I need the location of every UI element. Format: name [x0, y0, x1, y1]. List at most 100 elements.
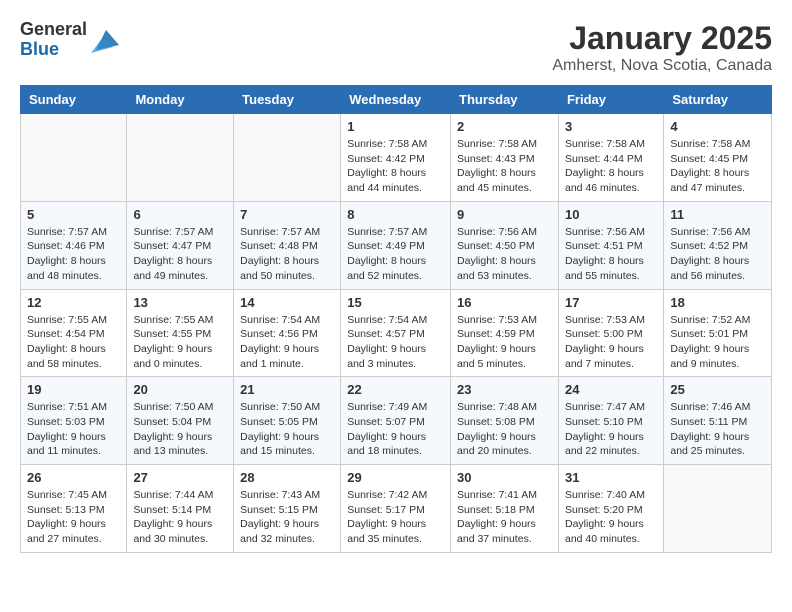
day-number: 12 [27, 295, 120, 310]
calendar-cell: 9 Sunrise: 7:56 AM Sunset: 4:50 PM Daylig… [451, 201, 559, 289]
day-info: Sunrise: 7:55 AM Sunset: 4:54 PM Dayligh… [27, 313, 120, 372]
day-info: Sunrise: 7:51 AM Sunset: 5:03 PM Dayligh… [27, 400, 120, 459]
calendar-cell [664, 465, 772, 553]
day-number: 23 [457, 382, 552, 397]
calendar-cell [234, 114, 341, 202]
day-number: 6 [133, 207, 227, 222]
calendar-cell: 27 Sunrise: 7:44 AM Sunset: 5:14 PM Dayli… [127, 465, 234, 553]
calendar-cell: 18 Sunrise: 7:52 AM Sunset: 5:01 PM Dayli… [664, 289, 772, 377]
day-info: Sunrise: 7:41 AM Sunset: 5:18 PM Dayligh… [457, 488, 552, 547]
calendar-week-row: 26Sunrise: 7:45 AM Sunset: 5:13 PM Dayli… [21, 465, 772, 553]
day-info: Sunrise: 7:58 AM Sunset: 4:42 PM Dayligh… [347, 137, 444, 196]
calendar-table: SundayMondayTuesdayWednesdayThursdayFrid… [20, 85, 772, 553]
calendar-cell: 13 Sunrise: 7:55 AM Sunset: 4:55 PM Dayli… [127, 289, 234, 377]
calendar-week-row: 1 Sunrise: 7:58 AM Sunset: 4:42 PM Daylig… [21, 114, 772, 202]
logo-blue: Blue [20, 40, 87, 60]
calendar-cell: 15 Sunrise: 7:54 AM Sunset: 4:57 PM Dayli… [341, 289, 451, 377]
logo-icon [91, 25, 121, 55]
day-info: Sunrise: 7:56 AM Sunset: 4:52 PM Dayligh… [670, 225, 765, 284]
weekday-header-thursday: Thursday [451, 86, 559, 114]
day-info: Sunrise: 7:58 AM Sunset: 4:44 PM Dayligh… [565, 137, 657, 196]
calendar-cell: 28Sunrise: 7:43 AM Sunset: 5:15 PM Dayli… [234, 465, 341, 553]
day-number: 4 [670, 119, 765, 134]
day-info: Sunrise: 7:55 AM Sunset: 4:55 PM Dayligh… [133, 313, 227, 372]
calendar-cell: 21 Sunrise: 7:50 AM Sunset: 5:05 PM Dayli… [234, 377, 341, 465]
weekday-header-monday: Monday [127, 86, 234, 114]
day-number: 9 [457, 207, 552, 222]
calendar-cell: 10Sunrise: 7:56 AM Sunset: 4:51 PM Dayli… [558, 201, 663, 289]
day-info: Sunrise: 7:57 AM Sunset: 4:48 PM Dayligh… [240, 225, 334, 284]
weekday-header-sunday: Sunday [21, 86, 127, 114]
day-number: 15 [347, 295, 444, 310]
calendar-cell: 8 Sunrise: 7:57 AM Sunset: 4:49 PM Daylig… [341, 201, 451, 289]
day-number: 14 [240, 295, 334, 310]
day-info: Sunrise: 7:58 AM Sunset: 4:43 PM Dayligh… [457, 137, 552, 196]
day-info: Sunrise: 7:50 AM Sunset: 5:05 PM Dayligh… [240, 400, 334, 459]
day-number: 2 [457, 119, 552, 134]
day-info: Sunrise: 7:52 AM Sunset: 5:01 PM Dayligh… [670, 313, 765, 372]
calendar-subtitle: Amherst, Nova Scotia, Canada [552, 57, 772, 75]
weekday-header-tuesday: Tuesday [234, 86, 341, 114]
day-info: Sunrise: 7:54 AM Sunset: 4:56 PM Dayligh… [240, 313, 334, 372]
weekday-header-row: SundayMondayTuesdayWednesdayThursdayFrid… [21, 86, 772, 114]
day-info: Sunrise: 7:40 AM Sunset: 5:20 PM Dayligh… [565, 488, 657, 547]
calendar-cell: 11 Sunrise: 7:56 AM Sunset: 4:52 PM Dayli… [664, 201, 772, 289]
weekday-header-friday: Friday [558, 86, 663, 114]
day-number: 11 [670, 207, 765, 222]
calendar-cell: 16 Sunrise: 7:53 AM Sunset: 4:59 PM Dayli… [451, 289, 559, 377]
day-number: 22 [347, 382, 444, 397]
day-info: Sunrise: 7:47 AM Sunset: 5:10 PM Dayligh… [565, 400, 657, 459]
day-number: 7 [240, 207, 334, 222]
calendar-cell: 20 Sunrise: 7:50 AM Sunset: 5:04 PM Dayli… [127, 377, 234, 465]
calendar-cell: 3 Sunrise: 7:58 AM Sunset: 4:44 PM Daylig… [558, 114, 663, 202]
calendar-cell: 19Sunrise: 7:51 AM Sunset: 5:03 PM Dayli… [21, 377, 127, 465]
day-number: 5 [27, 207, 120, 222]
day-number: 10 [565, 207, 657, 222]
day-number: 17 [565, 295, 657, 310]
weekday-header-saturday: Saturday [664, 86, 772, 114]
calendar-cell: 30 Sunrise: 7:41 AM Sunset: 5:18 PM Dayli… [451, 465, 559, 553]
day-number: 27 [133, 470, 227, 485]
calendar-cell: 2 Sunrise: 7:58 AM Sunset: 4:43 PM Daylig… [451, 114, 559, 202]
calendar-cell: 22Sunrise: 7:49 AM Sunset: 5:07 PM Dayli… [341, 377, 451, 465]
calendar-cell: 12 Sunrise: 7:55 AM Sunset: 4:54 PM Dayli… [21, 289, 127, 377]
day-info: Sunrise: 7:56 AM Sunset: 4:50 PM Dayligh… [457, 225, 552, 284]
day-number: 3 [565, 119, 657, 134]
calendar-cell: 29Sunrise: 7:42 AM Sunset: 5:17 PM Dayli… [341, 465, 451, 553]
day-number: 13 [133, 295, 227, 310]
day-number: 21 [240, 382, 334, 397]
day-info: Sunrise: 7:44 AM Sunset: 5:14 PM Dayligh… [133, 488, 227, 547]
day-number: 30 [457, 470, 552, 485]
day-info: Sunrise: 7:53 AM Sunset: 5:00 PM Dayligh… [565, 313, 657, 372]
day-info: Sunrise: 7:57 AM Sunset: 4:46 PM Dayligh… [27, 225, 120, 284]
day-info: Sunrise: 7:54 AM Sunset: 4:57 PM Dayligh… [347, 313, 444, 372]
page-header: General Blue January 2025 Amherst, Nova … [20, 20, 772, 75]
day-number: 24 [565, 382, 657, 397]
logo-general: General [20, 20, 87, 40]
day-number: 20 [133, 382, 227, 397]
day-number: 18 [670, 295, 765, 310]
calendar-cell: 26Sunrise: 7:45 AM Sunset: 5:13 PM Dayli… [21, 465, 127, 553]
day-info: Sunrise: 7:50 AM Sunset: 5:04 PM Dayligh… [133, 400, 227, 459]
calendar-week-row: 19Sunrise: 7:51 AM Sunset: 5:03 PM Dayli… [21, 377, 772, 465]
calendar-title: January 2025 [552, 20, 772, 57]
day-number: 8 [347, 207, 444, 222]
calendar-cell: 6Sunrise: 7:57 AM Sunset: 4:47 PM Daylig… [127, 201, 234, 289]
day-info: Sunrise: 7:46 AM Sunset: 5:11 PM Dayligh… [670, 400, 765, 459]
day-info: Sunrise: 7:48 AM Sunset: 5:08 PM Dayligh… [457, 400, 552, 459]
day-number: 1 [347, 119, 444, 134]
day-number: 25 [670, 382, 765, 397]
day-number: 29 [347, 470, 444, 485]
calendar-week-row: 12 Sunrise: 7:55 AM Sunset: 4:54 PM Dayli… [21, 289, 772, 377]
day-number: 28 [240, 470, 334, 485]
calendar-cell: 31Sunrise: 7:40 AM Sunset: 5:20 PM Dayli… [558, 465, 663, 553]
day-info: Sunrise: 7:53 AM Sunset: 4:59 PM Dayligh… [457, 313, 552, 372]
day-number: 16 [457, 295, 552, 310]
day-number: 26 [27, 470, 120, 485]
calendar-cell: 17 Sunrise: 7:53 AM Sunset: 5:00 PM Dayli… [558, 289, 663, 377]
title-area: January 2025 Amherst, Nova Scotia, Canad… [552, 20, 772, 75]
day-info: Sunrise: 7:58 AM Sunset: 4:45 PM Dayligh… [670, 137, 765, 196]
calendar-cell: 25 Sunrise: 7:46 AM Sunset: 5:11 PM Dayli… [664, 377, 772, 465]
calendar-cell: 5 Sunrise: 7:57 AM Sunset: 4:46 PM Daylig… [21, 201, 127, 289]
day-info: Sunrise: 7:57 AM Sunset: 4:49 PM Dayligh… [347, 225, 444, 284]
